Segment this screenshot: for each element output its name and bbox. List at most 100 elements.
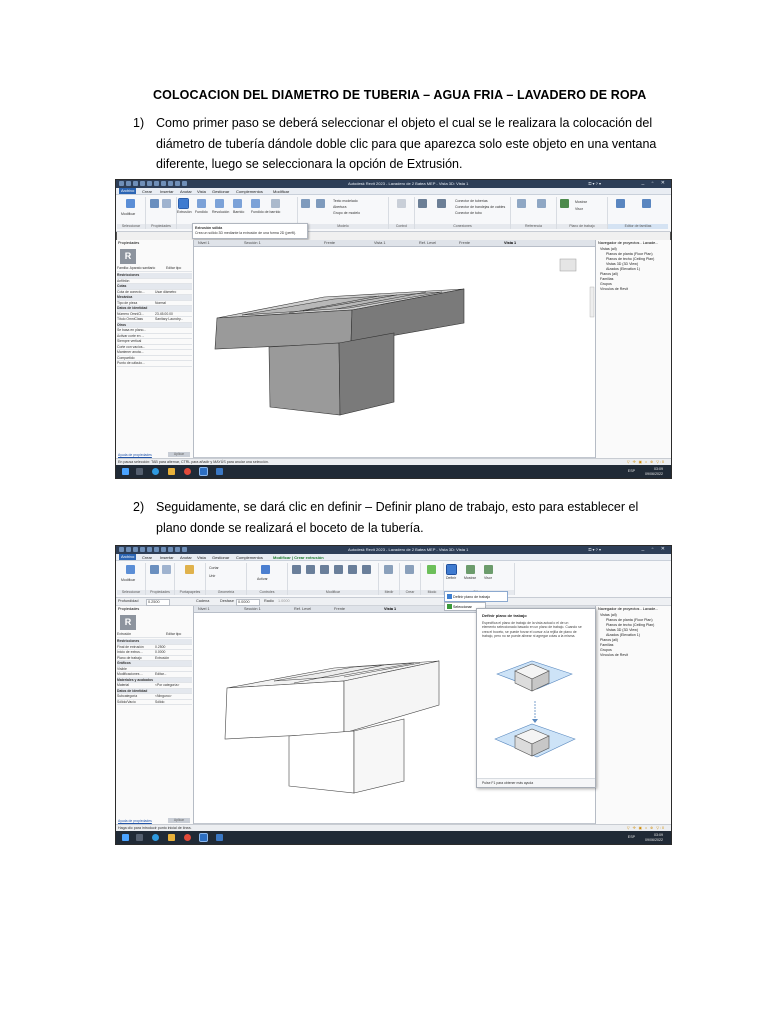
menu-modificar-extrusion[interactable]: Modificar | Crear extrusión <box>273 555 324 560</box>
browser-node[interactable]: Grupos <box>600 648 612 652</box>
control-icon[interactable] <box>397 199 406 208</box>
sign-in-icon[interactable]: ⚿ ▾ ? ▾ <box>588 181 601 186</box>
menu-archivo[interactable]: Archivo <box>119 554 137 560</box>
windows-start-icon[interactable] <box>122 834 129 841</box>
ribbon-label[interactable]: Texto modelado <box>333 199 358 203</box>
browser-node[interactable]: Vistas (all) <box>600 613 617 617</box>
menu-archivo[interactable]: Archivo <box>119 188 137 194</box>
menu-modificar[interactable]: Modificar <box>273 189 289 194</box>
ribbon-label[interactable]: Conector de tuberías <box>455 199 488 203</box>
properties-icon[interactable] <box>150 565 159 574</box>
property-value[interactable]: 0.0000 <box>155 650 165 654</box>
property-value[interactable]: Usar diámetro <box>155 290 176 294</box>
property-row[interactable]: Punto de cálculo... <box>117 361 192 367</box>
browser-node[interactable]: Planos de planta (Floor Plan) <box>606 252 653 256</box>
select-label[interactable]: Seleccionar <box>453 605 472 609</box>
ribbon-label[interactable]: Conector de tubo <box>455 211 482 215</box>
menu-crear[interactable]: Crear <box>142 555 152 560</box>
task-view-icon[interactable] <box>136 468 143 475</box>
task-view-icon[interactable] <box>136 834 143 841</box>
system-clock[interactable]: 03:09 09/06/2022 <box>645 833 663 842</box>
chrome-icon[interactable] <box>184 468 191 475</box>
tab-view[interactable]: Ref. Level <box>294 607 311 611</box>
void-forms-icon[interactable] <box>271 199 280 208</box>
property-value[interactable]: Sólido <box>155 700 164 704</box>
offset-input[interactable]: 0.0000 <box>236 599 260 606</box>
browser-node[interactable]: Familias <box>600 643 613 647</box>
apply-button[interactable]: Aplicar <box>168 452 190 457</box>
copy-icon[interactable] <box>348 565 357 574</box>
menu-gestionar[interactable]: Gestionar <box>212 189 229 194</box>
browser-node[interactable]: Planos de techo (Ceiling Plan) <box>606 623 654 627</box>
sign-in-icon[interactable]: ⚿ ▾ ? ▾ <box>588 547 601 552</box>
chain-checkbox[interactable]: Cadena <box>196 599 209 603</box>
swept-blend-icon[interactable] <box>251 199 260 208</box>
ribbon-label[interactable]: Mostrar <box>575 200 587 204</box>
view-cube-icon[interactable] <box>559 258 577 272</box>
windows-start-icon[interactable] <box>122 468 129 475</box>
quick-access-toolbar[interactable] <box>119 547 229 553</box>
properties-icon[interactable] <box>150 199 159 208</box>
menu-anotar[interactable]: Anotar <box>180 555 192 560</box>
browser-node[interactable]: Vínculos de Revit <box>600 653 628 657</box>
finish-mode-icon[interactable] <box>427 565 436 574</box>
property-value[interactable]: <Por categoría> <box>155 683 179 687</box>
system-clock[interactable]: 03:09 09/06/2022 <box>645 467 663 476</box>
3d-viewport[interactable] <box>194 247 595 458</box>
type-properties-icon[interactable] <box>162 565 171 574</box>
depth-input[interactable]: 0.2500 <box>146 599 170 606</box>
ribbon-label[interactable]: Cortar <box>209 566 219 570</box>
ribbon-label[interactable]: Mostrar <box>464 576 476 580</box>
properties-help-link[interactable]: Ayuda de propiedades <box>118 819 152 823</box>
menu-crear[interactable]: Crear <box>142 189 152 194</box>
tab-view[interactable]: Nivel 1 <box>198 241 210 245</box>
menu-anotar[interactable]: Anotar <box>180 189 192 194</box>
ribbon-label[interactable]: Visor <box>484 576 492 580</box>
paste-icon[interactable] <box>185 565 194 574</box>
edge-icon[interactable] <box>152 468 159 475</box>
mirror-icon[interactable] <box>320 565 329 574</box>
move-icon[interactable] <box>334 565 343 574</box>
activate-icon[interactable] <box>261 565 270 574</box>
ribbon-label[interactable]: Unir <box>209 574 215 578</box>
dropdown-item[interactable]: Definir plano de trabajo <box>453 595 490 599</box>
taskbar-app-icon[interactable] <box>216 834 223 841</box>
property-value[interactable]: Editar... <box>155 672 167 676</box>
ribbon-label[interactable]: Abertura <box>333 205 346 209</box>
property-value[interactable]: Sanitary Laundry... <box>155 317 183 321</box>
menu-gestionar[interactable]: Gestionar <box>212 555 229 560</box>
edge-icon[interactable] <box>152 834 159 841</box>
tab-view[interactable]: Nivel 1 <box>198 607 210 611</box>
radius-checkbox[interactable]: Radio <box>264 599 274 603</box>
menu-insertar[interactable]: Insertar <box>160 555 174 560</box>
type-properties-icon[interactable] <box>162 199 171 208</box>
reference-plane-icon[interactable] <box>537 199 546 208</box>
tab-view[interactable]: Ref. Level <box>419 241 436 245</box>
browser-node[interactable]: Planos de techo (Ceiling Plan) <box>606 257 654 261</box>
tab-view[interactable]: Sección 1 <box>244 607 261 611</box>
property-value[interactable]: <Ninguno> <box>155 694 172 698</box>
ribbon-label[interactable]: Grupo de modelo <box>333 211 360 215</box>
menu-vista[interactable]: Vista <box>197 189 206 194</box>
properties-help-link[interactable]: Ayuda de propiedades <box>118 453 152 457</box>
sweep-icon[interactable] <box>233 199 242 208</box>
ribbon-label[interactable]: Conector de bandejas de cables <box>455 205 505 209</box>
chrome-icon[interactable] <box>184 834 191 841</box>
apply-button[interactable]: Aplicar <box>168 818 190 823</box>
language-indicator[interactable]: ESP <box>628 469 635 473</box>
browser-node[interactable]: Planos (all) <box>600 638 618 642</box>
ribbon-label-definir[interactable]: Definir <box>446 576 456 580</box>
edit-type-button[interactable]: Editar tipo <box>166 632 192 637</box>
menu-insertar[interactable]: Insertar <box>160 189 174 194</box>
tab-view[interactable]: Vista 1 <box>374 241 386 245</box>
navigation-bar[interactable] <box>589 286 595 318</box>
property-value[interactable]: Normal <box>155 301 166 305</box>
set-workplane-dropdown[interactable]: Definir plano de trabajo <box>444 591 508 602</box>
modify-cursor-icon[interactable] <box>126 199 135 208</box>
language-indicator[interactable]: ESP <box>628 835 635 839</box>
rotate-icon[interactable] <box>362 565 371 574</box>
browser-node[interactable]: Vistas (all) <box>600 247 617 251</box>
menu-complementos[interactable]: Complementos <box>236 555 263 560</box>
browser-node[interactable]: Planos (all) <box>600 272 618 276</box>
tab-view[interactable]: Frente <box>334 607 345 611</box>
